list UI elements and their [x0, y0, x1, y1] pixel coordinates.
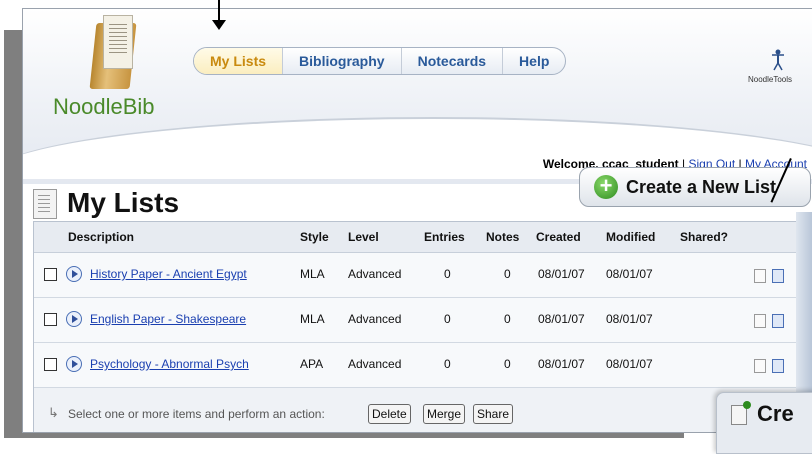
create-dialog-title: Cre — [757, 401, 794, 426]
annotation-arrow-line — [218, 0, 220, 22]
new-document-icon — [731, 401, 751, 425]
cell-style: MLA — [300, 312, 325, 326]
noodletools-figure-icon — [772, 49, 784, 71]
table-row: History Paper - Ancient Egypt MLA Advanc… — [34, 253, 812, 298]
cell-notes: 0 — [504, 357, 511, 371]
cell-created: 08/01/07 — [538, 312, 585, 326]
cell-modified: 08/01/07 — [606, 312, 653, 326]
noodlebib-window: NoodleBib My Lists Bibliography Notecard… — [22, 8, 812, 433]
cell-modified: 08/01/07 — [606, 357, 653, 371]
page-title: My Lists — [67, 187, 180, 218]
main-nav: My Lists Bibliography Notecards Help — [193, 47, 567, 75]
list-link[interactable]: Psychology - Abnormal Psych — [90, 357, 249, 371]
expand-icon[interactable] — [66, 266, 82, 282]
copy-icon[interactable] — [754, 269, 766, 283]
row-checkbox[interactable] — [44, 268, 57, 281]
create-button-label: Create a New List — [626, 176, 777, 197]
copy-icon[interactable] — [754, 314, 766, 328]
lists-table: Description Style Level Entries Notes Cr… — [33, 221, 812, 432]
cell-notes: 0 — [504, 267, 511, 281]
nav-my-lists[interactable]: My Lists — [194, 48, 284, 74]
row-checkbox[interactable] — [44, 358, 57, 371]
cell-level: Advanced — [348, 267, 402, 281]
header-style: Style — [300, 230, 329, 244]
cell-notes: 0 — [504, 312, 511, 326]
cell-modified: 08/01/07 — [606, 267, 653, 281]
footer-instruction: Select one or more items and perform an … — [68, 407, 325, 421]
plus-icon: + — [594, 175, 618, 199]
copy-icon[interactable] — [754, 359, 766, 373]
header: NoodleBib My Lists Bibliography Notecard… — [23, 9, 812, 184]
nav-notecards[interactable]: Notecards — [402, 48, 504, 74]
bibliography-icon[interactable] — [772, 314, 784, 328]
share-button[interactable]: Share — [473, 404, 514, 424]
logo-paper-icon — [103, 15, 133, 69]
noodletools-logo-text: NoodleTools — [748, 75, 793, 84]
create-dialog-peek: Cre — [716, 392, 812, 454]
corner-arrow-icon: ↳ — [48, 405, 59, 420]
expand-icon[interactable] — [66, 356, 82, 372]
bibliography-icon[interactable] — [772, 269, 784, 283]
cell-style: APA — [300, 357, 324, 371]
cell-entries: 0 — [444, 357, 451, 371]
row-checkbox[interactable] — [44, 313, 57, 326]
header-modified: Modified — [606, 230, 656, 244]
cell-created: 08/01/07 — [538, 267, 585, 281]
list-link[interactable]: English Paper - Shakespeare — [90, 312, 246, 326]
header-level: Level — [348, 230, 379, 244]
nav-bibliography[interactable]: Bibliography — [283, 48, 402, 74]
cell-level: Advanced — [348, 357, 402, 371]
header-shared: Shared? — [680, 230, 729, 244]
header-entries: Entries — [424, 230, 465, 244]
table-row: Psychology - Abnormal Psych APA Advanced… — [34, 343, 812, 388]
cell-created: 08/01/07 — [538, 357, 585, 371]
expand-icon[interactable] — [66, 311, 82, 327]
table-footer: ↳ Select one or more items and perform a… — [34, 396, 812, 432]
notebook-icon — [33, 189, 57, 219]
cell-entries: 0 — [444, 312, 451, 326]
cell-entries: 0 — [444, 267, 451, 281]
header-notes: Notes — [486, 230, 520, 244]
table-header: Description Style Level Entries Notes Cr… — [34, 222, 812, 253]
table-row: English Paper - Shakespeare MLA Advanced… — [34, 298, 812, 343]
delete-button[interactable]: Delete — [368, 404, 411, 424]
header-created: Created — [536, 230, 581, 244]
nav-help[interactable]: Help — [503, 48, 565, 74]
cell-style: MLA — [300, 267, 325, 281]
bibliography-icon[interactable] — [772, 359, 784, 373]
list-link[interactable]: History Paper - Ancient Egypt — [90, 267, 247, 281]
cell-level: Advanced — [348, 312, 402, 326]
merge-button[interactable]: Merge — [423, 404, 466, 424]
header-description: Description — [68, 230, 135, 244]
logo-text: NoodleBib — [53, 94, 155, 119]
annotation-arrow-down-icon — [212, 20, 226, 30]
